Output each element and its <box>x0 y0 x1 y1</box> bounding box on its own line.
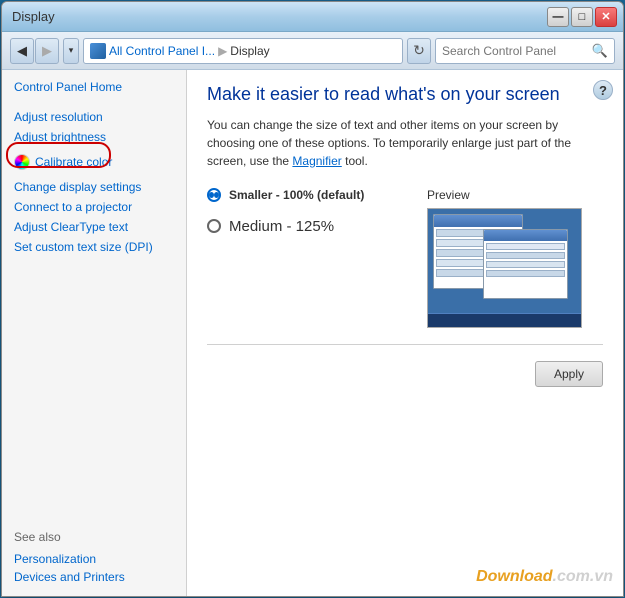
sidebar-item-adjust-cleartype[interactable]: Adjust ClearType text <box>14 218 174 236</box>
sidebar-item-adjust-resolution[interactable]: Adjust resolution <box>14 108 174 126</box>
back-button[interactable]: ◀ <box>10 38 34 64</box>
nav-bar: ◀ ▶ ▾ All Control Panel I... ▶ Display ↻… <box>2 32 623 70</box>
search-bar: 🔍 <box>435 38 615 64</box>
watermark-rest: .com.vn <box>553 568 613 585</box>
magnifier-link[interactable]: Magnifier <box>292 154 341 168</box>
title-bar: Display — □ ✕ <box>2 2 623 32</box>
sidebar: Control Panel Home Adjust resolution Adj… <box>2 70 187 596</box>
see-also-label: See also <box>14 530 174 544</box>
preview-area: Preview <box>427 188 582 328</box>
radio-smaller-label: Smaller - 100% (default) <box>229 188 364 202</box>
separator <box>207 344 603 345</box>
breadcrumb-icon <box>90 43 106 59</box>
sidebar-item-adjust-brightness[interactable]: Adjust brightness <box>14 128 174 146</box>
radio-smaller-btn[interactable] <box>207 188 221 202</box>
apply-button[interactable]: Apply <box>535 361 603 387</box>
minimize-button[interactable]: — <box>547 7 569 27</box>
close-button[interactable]: ✕ <box>595 7 617 27</box>
search-input[interactable] <box>442 44 592 58</box>
sidebar-home-link[interactable]: Control Panel Home <box>14 80 174 94</box>
sidebar-item-connect-to-projector[interactable]: Connect to a projector <box>14 198 174 216</box>
breadcrumb-home-link[interactable]: All Control Panel I... <box>109 44 215 58</box>
sidebar-item-devices-and-printers[interactable]: Devices and Printers <box>14 568 174 586</box>
options-area: Smaller - 100% (default) Medium - 125% P… <box>207 188 603 328</box>
content-desc-end: tool. <box>345 154 368 168</box>
forward-button[interactable]: ▶ <box>35 38 59 64</box>
content-description: You can change the size of text and othe… <box>207 116 603 170</box>
window-title: Display <box>12 9 55 24</box>
breadcrumb-current: Display <box>230 44 269 58</box>
refresh-button[interactable]: ↻ <box>407 38 431 64</box>
preview-image <box>427 208 582 328</box>
breadcrumb-separator: ▶ <box>218 44 227 58</box>
search-icon[interactable]: 🔍 <box>592 43 608 59</box>
sidebar-item-personalization[interactable]: Personalization <box>14 550 174 568</box>
see-also-section: See also Personalization Devices and Pri… <box>14 520 174 586</box>
radio-medium-btn[interactable] <box>207 219 221 233</box>
sidebar-item-change-display-settings[interactable]: Change display settings <box>14 178 174 196</box>
nav-arrows: ◀ ▶ <box>10 38 59 64</box>
title-bar-controls: — □ ✕ <box>547 7 617 27</box>
calibrate-color-label: Calibrate color <box>35 155 112 169</box>
main-area: Control Panel Home Adjust resolution Adj… <box>2 70 623 596</box>
radio-options: Smaller - 100% (default) Medium - 125% <box>207 188 407 235</box>
watermark: Download.com.vn <box>476 568 613 586</box>
sidebar-item-calibrate-color[interactable]: Calibrate color <box>14 152 174 172</box>
radio-option-medium[interactable]: Medium - 125% <box>207 218 407 235</box>
maximize-button[interactable]: □ <box>571 7 593 27</box>
breadcrumb: All Control Panel I... ▶ Display <box>83 38 403 64</box>
color-wheel-icon <box>14 154 30 170</box>
radio-option-smaller[interactable]: Smaller - 100% (default) <box>207 188 407 202</box>
preview-label: Preview <box>427 188 470 202</box>
content-desc-text: You can change the size of text and othe… <box>207 118 571 168</box>
help-button[interactable]: ? <box>593 80 613 100</box>
main-window: Display — □ ✕ ◀ ▶ ▾ All Control Panel I.… <box>1 1 624 597</box>
title-bar-left: Display <box>8 9 55 24</box>
content-area: ? Make it easier to read what's on your … <box>187 70 623 596</box>
sidebar-nav: Adjust resolution Adjust brightness Cali… <box>14 108 174 256</box>
watermark-download: Download <box>476 568 552 585</box>
sidebar-item-set-custom-text[interactable]: Set custom text size (DPI) <box>14 238 174 256</box>
nav-dropdown-button[interactable]: ▾ <box>63 38 79 64</box>
page-title: Make it easier to read what's on your sc… <box>207 84 603 106</box>
radio-medium-label: Medium - 125% <box>229 218 334 235</box>
